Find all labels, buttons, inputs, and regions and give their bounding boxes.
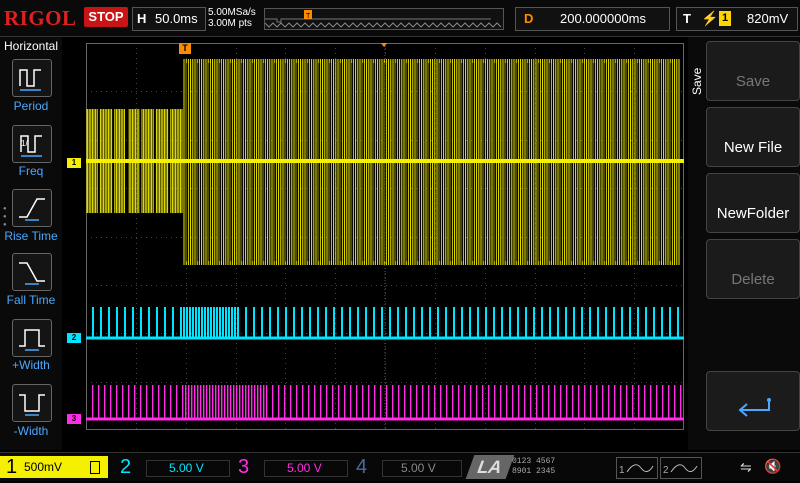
trigger-status[interactable]: T ⚡ 1 820mV (676, 7, 798, 31)
sample-rate: 5.00MSa/s (208, 7, 256, 18)
logic-analyzer-button[interactable]: LA (465, 455, 515, 479)
save-menu-title: Save (690, 67, 704, 95)
fall-time-icon (19, 262, 45, 285)
channel-3-scale: 5.00 V (264, 460, 348, 477)
channel-2-scale: 5.00 V (146, 460, 230, 477)
channel-4-status[interactable]: 4 5.00 V (352, 456, 464, 478)
channel-1-marker[interactable]: 1 (67, 158, 81, 168)
digital-channels-top: 0123 4567 (512, 457, 556, 466)
channel-status-bar: 1 500mV 2 5.00 V 3 5.00 V 4 5.00 V LA 01… (0, 452, 800, 481)
delete-button[interactable]: Delete (706, 239, 800, 299)
new-file-button[interactable]: New File (706, 107, 800, 167)
save-button[interactable]: Save (706, 41, 800, 101)
period-button[interactable] (12, 59, 52, 97)
rise-time-label: Rise Time (4, 229, 58, 243)
channel-3-marker[interactable]: 3 (67, 414, 81, 424)
channel-1-status[interactable]: 1 500mV (0, 456, 108, 478)
channel-3-status[interactable]: 3 5.00 V (234, 456, 348, 478)
negative-width-icon (19, 394, 45, 416)
acquisition-info: 5.00MSa/s 3.00M pts (208, 7, 256, 29)
fall-time-button[interactable] (12, 253, 52, 291)
freq-button[interactable]: 1/ (12, 125, 52, 163)
d-label: D (524, 11, 534, 26)
positive-width-label: +Width (12, 358, 50, 372)
horizontal-delay[interactable]: D 200.000000ms (515, 7, 670, 31)
delay-value: 200.000000ms (560, 11, 647, 26)
freq-label: Freq (18, 164, 44, 178)
svg-text:1: 1 (619, 465, 625, 476)
horizontal-timebase[interactable]: H 50.0ms (132, 7, 206, 31)
trigger-source: 1 (719, 11, 731, 26)
new-folder-button[interactable]: NewFolder (706, 173, 800, 233)
waveform-display[interactable] (86, 43, 684, 430)
positive-width-button[interactable] (12, 319, 52, 357)
timebase-value: 50.0ms (155, 11, 198, 26)
channel-4-scale: 5.00 V (382, 460, 462, 477)
digital-channels-indicator[interactable]: 0123 4567 8901 2345 (512, 457, 555, 477)
channel-2-number: 2 (120, 456, 132, 478)
run-stop-status[interactable]: STOP (84, 7, 128, 27)
return-icon (738, 398, 771, 417)
return-button[interactable] (706, 371, 800, 431)
fall-time-label: Fall Time (6, 293, 56, 307)
h-label: H (137, 11, 147, 26)
t-label: T (683, 11, 691, 26)
menu-title: Horizontal (3, 39, 59, 53)
freq-icon: 1/ (20, 135, 42, 157)
positive-width-icon (19, 329, 45, 351)
negative-width-button[interactable] (12, 384, 52, 422)
trigger-level: 820mV (747, 11, 789, 26)
channel-1-number: 1 (6, 456, 18, 478)
negative-width-label: -Width (13, 424, 49, 438)
period-label: Period (13, 99, 49, 113)
trigger-t-marker: T (179, 43, 191, 54)
channel-3-number: 3 (238, 456, 250, 478)
page-indicator-icon: ● ● ● (3, 206, 7, 228)
svg-text:1/: 1/ (21, 139, 28, 148)
waveform-overview-bar[interactable]: T (264, 8, 504, 30)
channel-1-scale: 500mV (24, 460, 63, 474)
generator-1-icon[interactable]: 1 (616, 457, 658, 479)
rigol-logo: RIGOL (4, 6, 77, 30)
channel-2-marker[interactable]: 2 (67, 333, 81, 343)
generator-2-icon[interactable]: 2 (660, 457, 702, 479)
rise-time-button[interactable] (12, 189, 52, 227)
svg-text:T: T (306, 13, 311, 20)
channel-4-number: 4 (356, 456, 368, 478)
horizontal-measure-menu: Horizontal Period 1/ Freq Rise Time Fall… (0, 37, 62, 450)
rise-time-icon (19, 198, 45, 221)
save-menu: Save Save New File NewFolder Delete (688, 37, 800, 450)
bandwidth-limit-icon (90, 461, 100, 474)
channel-1-waveform (86, 59, 684, 265)
top-status-bar: RIGOL STOP H 50.0ms 5.00MSa/s 3.00M pts … (0, 0, 800, 37)
period-icon (19, 69, 41, 91)
channel-2-status[interactable]: 2 5.00 V (116, 456, 230, 478)
usb-icon: ⇋ (740, 459, 752, 475)
speaker-muted-icon[interactable]: 🔇 (764, 458, 781, 475)
overview-waveform-icon: T (265, 10, 502, 28)
svg-text:2: 2 (663, 465, 669, 476)
digital-channels-bottom: 8901 2345 (512, 467, 556, 476)
rising-edge-icon: ⚡ (701, 10, 719, 26)
memory-depth: 3.00M pts (208, 18, 252, 29)
